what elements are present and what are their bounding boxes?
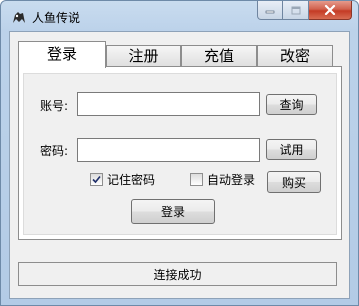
status-text: 连接成功 <box>153 267 202 282</box>
caption-buttons <box>257 1 352 20</box>
password-input[interactable] <box>77 138 260 162</box>
auto-login-checkbox[interactable]: 自动登录 <box>190 171 255 188</box>
auto-login-box[interactable] <box>190 173 203 186</box>
buy-button[interactable]: 购买 <box>267 171 321 193</box>
account-input[interactable] <box>77 92 260 116</box>
remember-password-box[interactable] <box>90 173 103 186</box>
tab-login[interactable]: 登录 <box>18 41 106 68</box>
minimize-icon <box>265 10 275 14</box>
trial-button[interactable]: 试用 <box>266 139 317 160</box>
status-bar: 连接成功 <box>18 262 337 286</box>
checkmark-icon <box>92 175 101 184</box>
close-button[interactable] <box>309 1 352 20</box>
remember-password-checkbox[interactable]: 记住密码 <box>90 171 155 188</box>
app-window: 人鱼传说 登录 注册 充值 改密 账号: 查询 密码: 试用 记住密码 自动登录… <box>0 0 359 306</box>
login-button[interactable]: 登录 <box>131 199 215 224</box>
window-title: 人鱼传说 <box>32 11 81 25</box>
mermaid-app-icon <box>13 12 25 23</box>
login-tab-panel: 账号: 查询 密码: 试用 记住密码 自动登录 购买 登录 <box>18 66 342 240</box>
tab-register[interactable]: 注册 <box>106 45 181 67</box>
close-icon <box>324 5 336 15</box>
title-bar[interactable]: 人鱼传说 <box>1 1 358 31</box>
tab-recharge[interactable]: 充值 <box>181 45 257 67</box>
auto-login-label: 自动登录 <box>207 173 256 187</box>
maximize-button[interactable] <box>283 1 309 20</box>
tab-strip: 登录 注册 充值 改密 <box>18 41 345 68</box>
minimize-button[interactable] <box>257 1 283 20</box>
login-form: 账号: 查询 密码: 试用 记住密码 自动登录 购买 登录 <box>23 73 337 235</box>
query-button[interactable]: 查询 <box>266 94 317 115</box>
account-label: 账号: <box>40 99 69 113</box>
tab-change-password[interactable]: 改密 <box>257 45 333 67</box>
remember-password-label: 记住密码 <box>107 173 156 187</box>
password-label: 密码: <box>40 144 69 158</box>
maximize-icon <box>291 6 300 14</box>
client-area: 登录 注册 充值 改密 账号: 查询 密码: 试用 记住密码 自动登录 购买 登… <box>9 31 350 299</box>
